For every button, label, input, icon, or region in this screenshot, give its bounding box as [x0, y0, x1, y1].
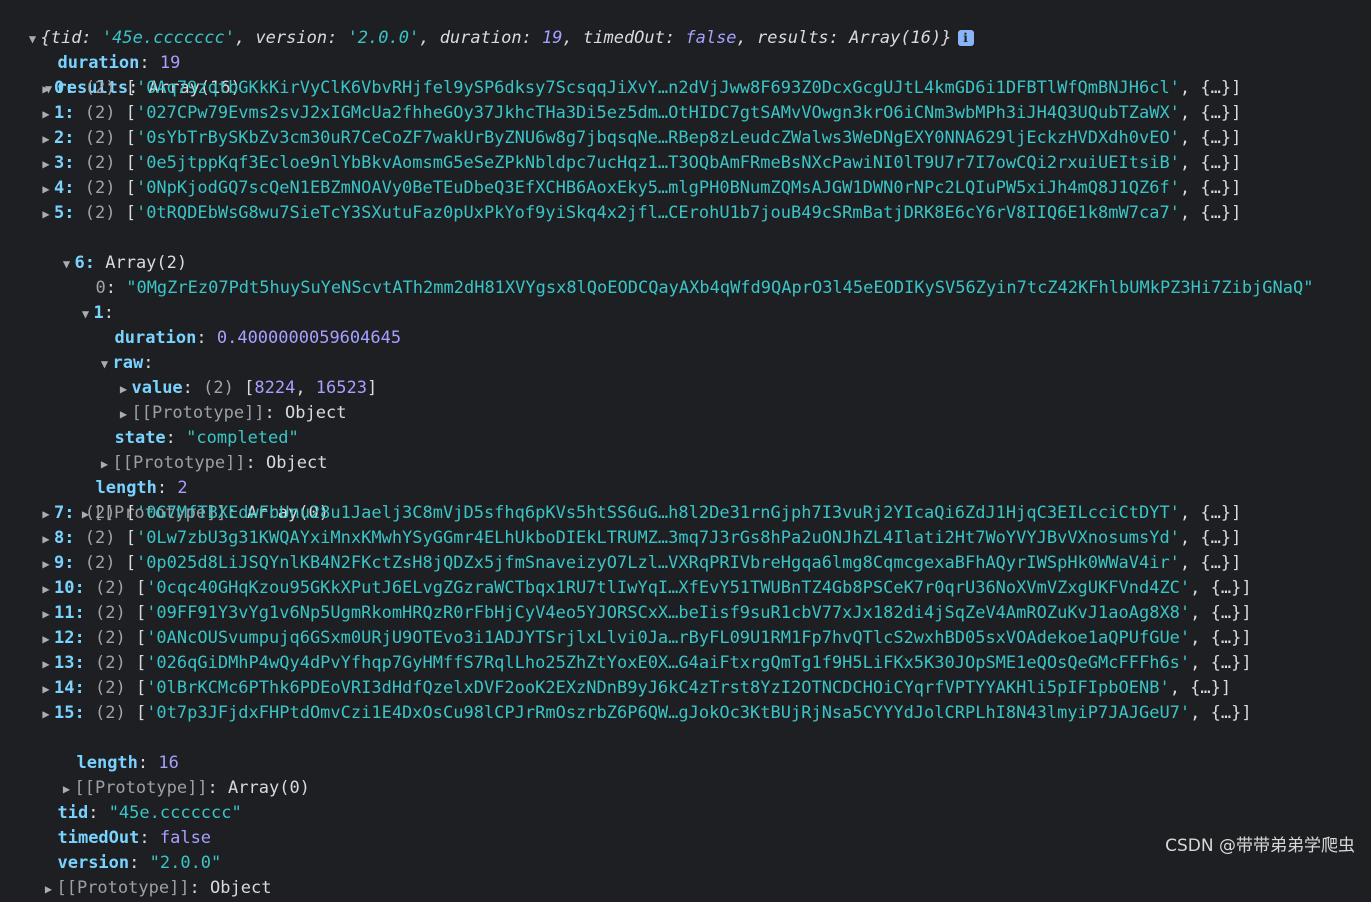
- results-prototype[interactable]: ▶ [[Prototype]]: Array(0): [38, 751, 310, 798]
- row-string: '0tRQDEbWsG8wu7SieTcY3SXutuFaz0pUxPkYof9…: [135, 203, 1180, 223]
- row-string: '0Aq79zqtbGKkKirVyClK6VbvRHjfel9ySP6dksy…: [135, 78, 1180, 98]
- expanded-triangle-icon[interactable]: ▼: [58, 252, 74, 277]
- object-summary[interactable]: ▼ {tid: '45e.ccccccc', version: '2.0.0', …: [4, 1, 974, 48]
- result-row-0[interactable]: ▶ 0: (2) ['0Aq79zqtbGKkKirVyClK6VbvRHjfel…: [38, 76, 1241, 101]
- info-icon[interactable]: i: [957, 30, 974, 46]
- row-string: '0ANcOUSvumpujq6GSxm0URjU9OTEvo3i1ADJYTS…: [146, 628, 1191, 648]
- summary-version: '2.0.0': [347, 28, 420, 48]
- expanded-triangle-icon[interactable]: ▼: [77, 302, 93, 327]
- row-string: '0t7p3JFjdxFHPtdOmvCzi1E4DxOsCu98lCPJrRm…: [146, 703, 1191, 723]
- row6-duration: duration: 0.4000000059604645: [114, 328, 402, 348]
- summary-timedout: false: [685, 28, 737, 48]
- results-length: length: 16: [76, 753, 179, 773]
- collapsed-triangle-icon[interactable]: ▶: [40, 877, 56, 902]
- row6-state: state: "completed": [114, 428, 299, 448]
- collapsed-triangle-icon[interactable]: ▶: [38, 502, 54, 527]
- root-duration: duration: 19: [57, 53, 181, 73]
- collapsed-triangle-icon[interactable]: ▶: [38, 202, 54, 227]
- row6-item0: 0: "0MgZrEz07Pdt5huySuYeNScvtATh2mm2dH81…: [95, 278, 1314, 298]
- row-string: '0e5jtppKqf3Ecloe9nlYbBkvAomsmG5eSeZPkNb…: [135, 153, 1180, 173]
- result-row-11[interactable]: ▶ 11: (2) ['09FF91Y3vYg1v6Np5UgmRkomHRQzR…: [38, 601, 1251, 627]
- collapsed-triangle-icon[interactable]: ▶: [38, 702, 54, 727]
- raw-prototype[interactable]: ▶ [[Prototype]]: Object: [95, 376, 347, 423]
- row-string: '0sYbTrBySKbZv3cm30uR7CeCoZF7wakUrByZNU6…: [135, 128, 1180, 148]
- result-row-10[interactable]: ▶ 10: (2) ['0cqc40GHqKzou95GKkXPutJ6ELvgZ…: [38, 576, 1251, 602]
- row-string: '0p025d8LiJSQYnlKB4N2FKctZsH8jQDZx5jfmSn…: [135, 553, 1180, 573]
- result-row-13[interactable]: ▶ 13: (2) ['026qGiDMhP4wQy4dPvYfhqp7GyHMf…: [38, 651, 1251, 677]
- collapsed-triangle-icon[interactable]: ▶: [38, 127, 54, 152]
- row6-item1[interactable]: ▼ 1:: [57, 276, 114, 323]
- collapsed-triangle-icon[interactable]: ▶: [38, 527, 54, 552]
- collapsed-triangle-icon[interactable]: ▶: [38, 677, 54, 702]
- root-timedout: timedOut: false: [57, 828, 212, 848]
- root-prototype[interactable]: ▶ [[Prototype]]: Object: [20, 851, 272, 898]
- result-row-15[interactable]: ▶ 15: (2) ['0t7p3JFjdxFHPtdOmvCzi1E4DxOsC…: [38, 701, 1251, 727]
- row-string: '0NpKjodGQ7scQeN1EBZmNOAVy0BeTEuDbeQ3EfX…: [135, 178, 1180, 198]
- results-node[interactable]: ▼ results: Array(16): [20, 51, 241, 98]
- row6-length: length: 2: [95, 478, 188, 498]
- summary-duration: 19: [542, 28, 563, 48]
- row6-raw[interactable]: ▼ raw:: [76, 326, 154, 373]
- result-row-1[interactable]: ▶ 1: (2) ['027CPw79Evms2svJ2xIGMcUa2fhheG…: [38, 101, 1241, 126]
- result-row-4[interactable]: ▶ 4: (2) ['0NpKjodGQ7scQeN1EBZmNOAVy0BeTE…: [38, 176, 1241, 201]
- row-string: '0G7MfTBXEdwFbUnu28u1Jaelj3C8mVjD5sfhq6p…: [135, 503, 1180, 523]
- collapsed-triangle-icon[interactable]: ▶: [38, 577, 54, 602]
- collapsed-triangle-icon[interactable]: ▶: [38, 77, 54, 102]
- collapsed-triangle-icon[interactable]: ▶: [38, 652, 54, 677]
- row-string: '0lBrKCMc6PThk6PDEoVRI3dHdfQzelxDVF2ooK2…: [146, 678, 1170, 698]
- result-row-6[interactable]: ▼ 6: Array(2): [38, 226, 187, 273]
- item1-prototype[interactable]: ▶ [[Prototype]]: Object: [76, 426, 328, 473]
- result-row-8[interactable]: ▶ 8: (2) ['0Lw7zbU3g31KWQAYxiMnxKMwhYSyGG…: [38, 526, 1241, 551]
- collapsed-triangle-icon[interactable]: ▶: [38, 152, 54, 177]
- result-row-7[interactable]: ▶ 7: (2) ['0G7MfTBXEdwFbUnu28u1Jaelj3C8mV…: [38, 501, 1241, 526]
- row-string: '026qGiDMhP4wQy4dPvYfhqp7GyHMffS7RqlLho2…: [146, 653, 1191, 673]
- result-row-3[interactable]: ▶ 3: (2) ['0e5jtppKqf3Ecloe9nlYbBkvAomsmG…: [38, 151, 1241, 176]
- row6-prototype[interactable]: ▶ [[Prototype]]: Array(0): [57, 476, 329, 523]
- row-string: '027CPw79Evms2svJ2xIGMcUa2fhheGOy37JkhcT…: [135, 103, 1180, 123]
- result-row-9[interactable]: ▶ 9: (2) ['0p025d8LiJSQYnlKB4N2FKctZsH8jQ…: [38, 551, 1241, 576]
- watermark: CSDN @带带弟弟学爬虫: [1165, 836, 1355, 856]
- raw-value[interactable]: ▶ value: (2) [8224, 16523]: [95, 351, 377, 398]
- collapsed-triangle-icon[interactable]: ▶: [38, 102, 54, 127]
- result-row-5[interactable]: ▶ 5: (2) ['0tRQDEbWsG8wu7SieTcY3SXutuFaz0…: [38, 201, 1241, 226]
- summary-results: Array(16): [849, 28, 942, 48]
- collapsed-triangle-icon[interactable]: ▶: [38, 627, 54, 652]
- result-row-2[interactable]: ▶ 2: (2) ['0sYbTrBySKbZv3cm30uR7CeCoZF7wa…: [38, 126, 1241, 151]
- row-string: '0Lw7zbU3g31KWQAYxiMnxKMwhYSyGGmr4ELhUkb…: [135, 528, 1180, 548]
- result-row-12[interactable]: ▶ 12: (2) ['0ANcOUSvumpujq6GSxm0URjU9OTEv…: [38, 626, 1251, 652]
- row-string: '09FF91Y3vYg1v6Np5UgmRkomHRQzR0rFbHjCyV4…: [146, 603, 1191, 623]
- collapsed-triangle-icon[interactable]: ▶: [38, 177, 54, 202]
- collapsed-triangle-icon[interactable]: ▶: [38, 552, 54, 577]
- result-row-14[interactable]: ▶ 14: (2) ['0lBrKCMc6PThk6PDEoVRI3dHdfQze…: [38, 676, 1231, 701]
- row-string: '0cqc40GHqKzou95GKkXPutJ6ELvgZGzraWCTbqx…: [146, 578, 1191, 598]
- root-tid: tid: "45e.ccccccc": [57, 803, 242, 823]
- root-version: version: "2.0.0": [57, 853, 222, 873]
- collapsed-triangle-icon[interactable]: ▶: [38, 602, 54, 627]
